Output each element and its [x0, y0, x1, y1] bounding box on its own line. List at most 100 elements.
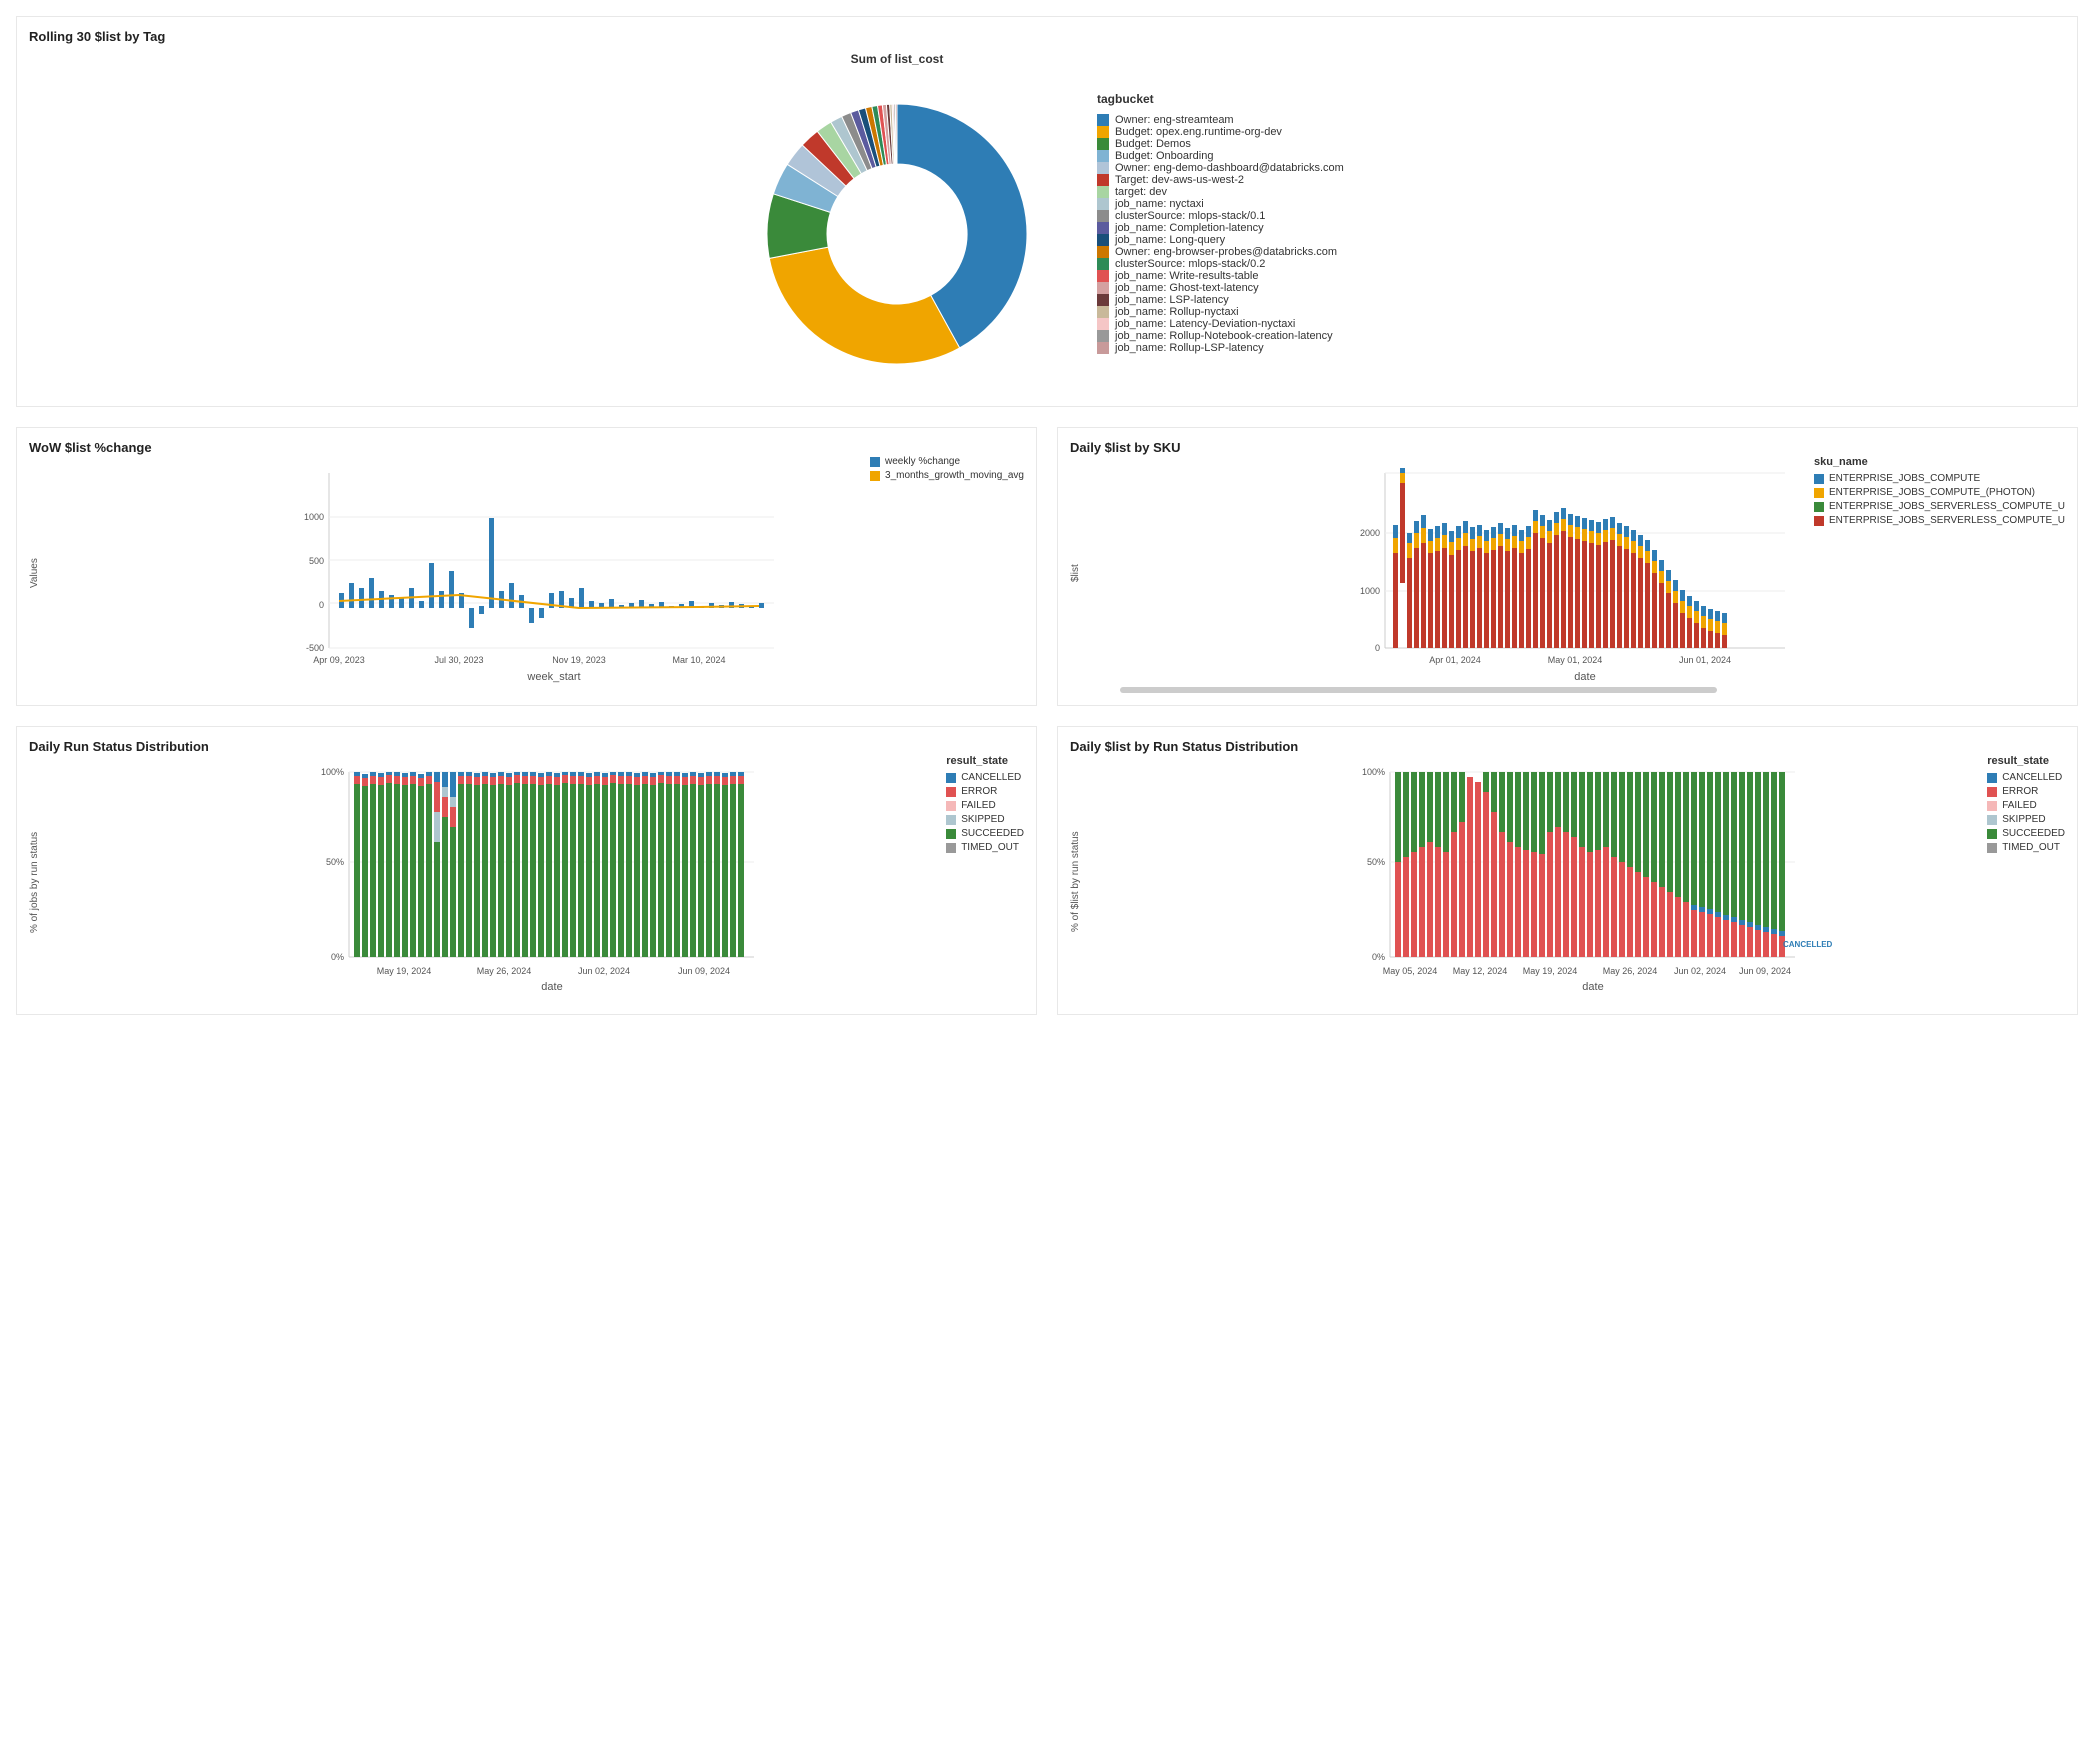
- legend-color: [1097, 258, 1109, 270]
- svg-text:-500: -500: [306, 643, 324, 653]
- wow-legend-label-2: 3_months_growth_moving_avg: [885, 470, 1024, 481]
- legend-item: Budget: opex.eng.runtime-org-dev: [1097, 126, 1357, 138]
- legend-label: job_name: Ghost-text-latency: [1115, 282, 1259, 294]
- list-status-title: Daily $list by Run Status Distribution: [1070, 739, 2065, 754]
- donut-svg: [737, 74, 1057, 394]
- run-status-panel: Daily Run Status Distribution result_sta…: [16, 726, 1037, 1015]
- legend-item: Owner: eng-demo-dashboard@databricks.com: [1097, 162, 1357, 174]
- sku-legend-item-3: ENTERPRISE_JOBS_SERVERLESS_COMPUTE_U: [1814, 501, 2065, 512]
- legend-color: [1097, 318, 1109, 330]
- run-status-title: Daily Run Status Distribution: [29, 739, 1024, 754]
- legend-item: job_name: Rollup-nyctaxi: [1097, 306, 1357, 318]
- wow-legend-color-1: [870, 457, 880, 467]
- legend-item: job_name: Completion-latency: [1097, 222, 1357, 234]
- svg-text:May 05, 2024: May 05, 2024: [1383, 966, 1438, 976]
- svg-text:Nov 19, 2023: Nov 19, 2023: [552, 655, 606, 665]
- donut-chart-area: Sum of list_cost: [737, 52, 1057, 394]
- svg-text:May 26, 2024: May 26, 2024: [1603, 966, 1658, 976]
- legend-label: clusterSource: mlops-stack/0.2: [1115, 258, 1265, 270]
- legend-item: target: dev: [1097, 186, 1357, 198]
- legend-item: job_name: Rollup-LSP-latency: [1097, 342, 1357, 354]
- sku-scrollbar[interactable]: [1120, 687, 1717, 693]
- list-status-legend: result_state CANCELLED ERROR FAILED SKIP…: [1987, 755, 2065, 853]
- svg-text:date: date: [1582, 981, 1603, 993]
- legend-item: clusterSource: mlops-stack/0.2: [1097, 258, 1357, 270]
- donut-section: Rolling 30 $list by Tag Sum of list_cost…: [16, 16, 2078, 407]
- sku-label-3: ENTERPRISE_JOBS_SERVERLESS_COMPUTE_U: [1829, 501, 2065, 512]
- legend-item: job_name: nyctaxi: [1097, 198, 1357, 210]
- rs-legend-3: FAILED: [946, 800, 1024, 811]
- ls-legend-3: FAILED: [1987, 800, 2065, 811]
- legend-label: job_name: Rollup-Notebook-creation-laten…: [1115, 330, 1333, 342]
- donut-legend: tagbucket Owner: eng-streamteamBudget: o…: [1097, 92, 1357, 354]
- ls-chart-inner: % of $list by run status 0% 50% 100% May…: [1070, 762, 2065, 1002]
- rs-svg: 0% 50% 100% May 19, 2024 May 26, 2024 Ju…: [44, 762, 1024, 1002]
- legend-color: [1097, 342, 1109, 354]
- ls-y-label: % of $list by run status: [1070, 762, 1081, 1002]
- legend-label: job_name: nyctaxi: [1115, 198, 1204, 210]
- donut-container: Sum of list_cost tagbucket Owner: eng-st…: [29, 52, 2065, 394]
- wow-legend: weekly %change 3_months_growth_moving_av…: [870, 456, 1024, 481]
- donut-section-title: Rolling 30 $list by Tag: [29, 29, 2065, 44]
- svg-text:Apr 01, 2024: Apr 01, 2024: [1429, 655, 1481, 665]
- svg-text:0: 0: [1375, 643, 1380, 653]
- donut-legend-items: Owner: eng-streamteamBudget: opex.eng.ru…: [1097, 114, 1357, 354]
- sku-color-2: [1814, 488, 1824, 498]
- sku-label-1: ENTERPRISE_JOBS_COMPUTE: [1829, 473, 1980, 484]
- ls-legend-2: ERROR: [1987, 786, 2065, 797]
- svg-text:Jun 09, 2024: Jun 09, 2024: [678, 966, 730, 976]
- legend-item: Owner: eng-streamteam: [1097, 114, 1357, 126]
- wow-svg: -500 0 500 1000 Apr 09, 2023 Jul 30, 202…: [44, 463, 1024, 683]
- sku-legend-item-1: ENTERPRISE_JOBS_COMPUTE: [1814, 473, 2065, 484]
- sku-legend-item-2: ENTERPRISE_JOBS_COMPUTE_(PHOTON): [1814, 487, 2065, 498]
- svg-text:May 26, 2024: May 26, 2024: [477, 966, 532, 976]
- rs-legend-6: TIMED_OUT: [946, 842, 1024, 853]
- rs-legend-1: CANCELLED: [946, 772, 1024, 783]
- svg-text:Jun 01, 2024: Jun 01, 2024: [1679, 655, 1731, 665]
- legend-color: [1097, 282, 1109, 294]
- bottom-row: Daily Run Status Distribution result_sta…: [16, 726, 2078, 1015]
- ls-legend-1: CANCELLED: [1987, 772, 2065, 783]
- legend-color: [1097, 306, 1109, 318]
- sku-label-2: ENTERPRISE_JOBS_COMPUTE_(PHOTON): [1829, 487, 2035, 498]
- legend-item: job_name: Write-results-table: [1097, 270, 1357, 282]
- legend-label: clusterSource: mlops-stack/0.1: [1115, 210, 1265, 222]
- legend-color: [1097, 138, 1109, 150]
- sku-label-4: ENTERPRISE_JOBS_SERVERLESS_COMPUTE_U: [1829, 515, 2065, 526]
- legend-label: Owner: eng-demo-dashboard@databricks.com: [1115, 162, 1344, 174]
- svg-text:date: date: [1574, 671, 1595, 683]
- legend-item: Budget: Onboarding: [1097, 150, 1357, 162]
- legend-label: job_name: Rollup-LSP-latency: [1115, 342, 1264, 354]
- wow-legend-item-1: weekly %change: [870, 456, 1024, 467]
- legend-item: clusterSource: mlops-stack/0.1: [1097, 210, 1357, 222]
- run-status-legend-title: result_state: [946, 755, 1024, 767]
- legend-label: Budget: opex.eng.runtime-org-dev: [1115, 126, 1282, 138]
- run-status-legend: result_state CANCELLED ERROR FAILED SKIP…: [946, 755, 1024, 853]
- sku-color-4: [1814, 516, 1824, 526]
- svg-text:500: 500: [309, 556, 324, 566]
- svg-text:2000: 2000: [1360, 528, 1380, 538]
- wow-panel: WoW $list %change weekly %change 3_month…: [16, 427, 1037, 706]
- ls-legend-5: SUCCEEDED: [1987, 828, 2065, 839]
- legend-color: [1097, 174, 1109, 186]
- svg-text:Jun 02, 2024: Jun 02, 2024: [1674, 966, 1726, 976]
- legend-color: [1097, 114, 1109, 126]
- legend-item: job_name: Ghost-text-latency: [1097, 282, 1357, 294]
- svg-text:CANCELLED: CANCELLED: [1783, 940, 1833, 949]
- list-status-legend-title: result_state: [1987, 755, 2065, 767]
- svg-text:0: 0: [319, 600, 324, 610]
- legend-label: target: dev: [1115, 186, 1167, 198]
- legend-color: [1097, 222, 1109, 234]
- legend-item: Owner: eng-browser-probes@databricks.com: [1097, 246, 1357, 258]
- legend-label: job_name: Completion-latency: [1115, 222, 1264, 234]
- legend-label: Budget: Demos: [1115, 138, 1191, 150]
- rs-legend-2: ERROR: [946, 786, 1024, 797]
- legend-item: job_name: LSP-latency: [1097, 294, 1357, 306]
- legend-label: Owner: eng-browser-probes@databricks.com: [1115, 246, 1337, 258]
- legend-item: job_name: Rollup-Notebook-creation-laten…: [1097, 330, 1357, 342]
- svg-text:Mar 10, 2024: Mar 10, 2024: [672, 655, 725, 665]
- svg-text:date: date: [541, 981, 562, 993]
- legend-color: [1097, 210, 1109, 222]
- legend-item: job_name: Latency-Deviation-nyctaxi: [1097, 318, 1357, 330]
- svg-text:Jun 02, 2024: Jun 02, 2024: [578, 966, 630, 976]
